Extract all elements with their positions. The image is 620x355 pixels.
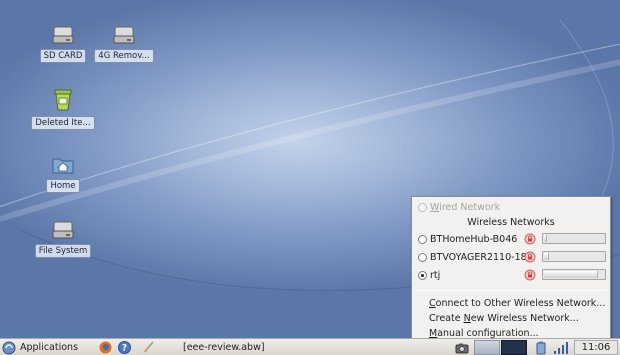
trash-icon (54, 89, 72, 111)
taskbar: Applications ? [eee-review.abw] 11:06 (0, 338, 620, 355)
signal-strength-bar (542, 269, 606, 280)
wireless-header-label: Wireless Networks (467, 216, 555, 228)
firefox-icon (99, 341, 112, 354)
home-folder-icon (52, 158, 74, 174)
camera-icon (455, 343, 469, 353)
help-icon: ? (118, 341, 131, 354)
window-title: [eee-review.abw] (183, 342, 265, 353)
drive-icon (113, 26, 135, 44)
lock-icon (524, 233, 536, 245)
lock-icon (524, 269, 536, 281)
clock[interactable]: 11:06 (574, 340, 618, 355)
signal-strength-bar (542, 251, 606, 262)
clock-time: 11:06 (581, 342, 611, 353)
battery-tray-icon[interactable] (536, 339, 546, 355)
cpu-monitor (474, 340, 500, 355)
action-label: Connect to Other Wireless Network... (429, 297, 606, 309)
paintbrush-launcher[interactable] (143, 339, 155, 355)
wireless-signal-tray-icon[interactable] (553, 339, 569, 355)
wired-network-label: Wired Network (430, 202, 500, 213)
applications-menu-button[interactable]: Applications (2, 339, 78, 355)
network-ssid: rtj (430, 269, 441, 281)
wired-network-text: ired Network (439, 201, 501, 213)
signal-fill (544, 235, 547, 242)
network-ssid: BTVOYAGER2110-18 (430, 251, 527, 263)
network-radio[interactable] (418, 252, 427, 262)
signal-fill (544, 271, 598, 278)
network-radio[interactable] (418, 270, 427, 280)
firefox-launcher[interactable] (99, 339, 112, 355)
desktop-icon-trash[interactable]: Deleted Ite... (27, 88, 99, 130)
signal-fill (544, 253, 549, 260)
wired-network-item: Wired Network (412, 199, 610, 215)
memory-monitor (501, 340, 527, 355)
network-ssid: BTHomeHub-B046 (430, 233, 518, 245)
action-label: Manual configuration... (429, 327, 539, 339)
desktop-icon-label: SD CARD (39, 49, 87, 63)
signal-strength-bar (542, 233, 606, 244)
desktop-icon-label: 4G Remov... (94, 49, 154, 63)
applications-label: Applications (20, 342, 79, 353)
create-new-network-item[interactable]: Create New Wireless Network... (412, 310, 610, 326)
desktop-icon-file-system[interactable]: File System (27, 220, 99, 258)
wireless-network-item[interactable]: rtj (412, 267, 610, 283)
lock-icon (524, 251, 536, 263)
wireless-network-item[interactable]: BTHomeHub-B046 (412, 231, 610, 247)
network-radio[interactable] (418, 234, 427, 244)
desktop-icon-label: Home (46, 179, 80, 193)
drive-icon (52, 26, 74, 44)
taskbar-window-button[interactable]: [eee-review.abw] (183, 339, 265, 355)
desktop-icon-home[interactable]: Home (27, 155, 99, 193)
paintbrush-icon (144, 341, 154, 353)
mnemonic: W (430, 201, 440, 213)
wifi-signal-icon (554, 341, 568, 354)
wireless-network-item[interactable]: BTVOYAGER2110-18 (412, 249, 610, 265)
network-menu: Wired Network Wireless Networks BTHomeHu… (411, 196, 611, 342)
help-launcher[interactable]: ? (118, 339, 131, 355)
menu-separator (416, 290, 606, 291)
connect-other-network-item[interactable]: Connect to Other Wireless Network... (412, 295, 610, 311)
wireless-networks-header: Wireless Networks (412, 214, 610, 230)
wired-radio (418, 202, 427, 212)
action-label: Create New Wireless Network... (429, 312, 579, 324)
battery-icon (536, 341, 546, 354)
applications-icon (2, 341, 16, 354)
camera-tray-icon[interactable] (455, 339, 469, 355)
desktop-icon-label: File System (34, 244, 92, 258)
desktop-icon-label: Deleted Ite... (31, 116, 95, 130)
desktop-icon-removable-drive[interactable]: 4G Remov... (88, 25, 160, 63)
svg-text:?: ? (122, 344, 127, 354)
drive-icon (52, 221, 74, 239)
